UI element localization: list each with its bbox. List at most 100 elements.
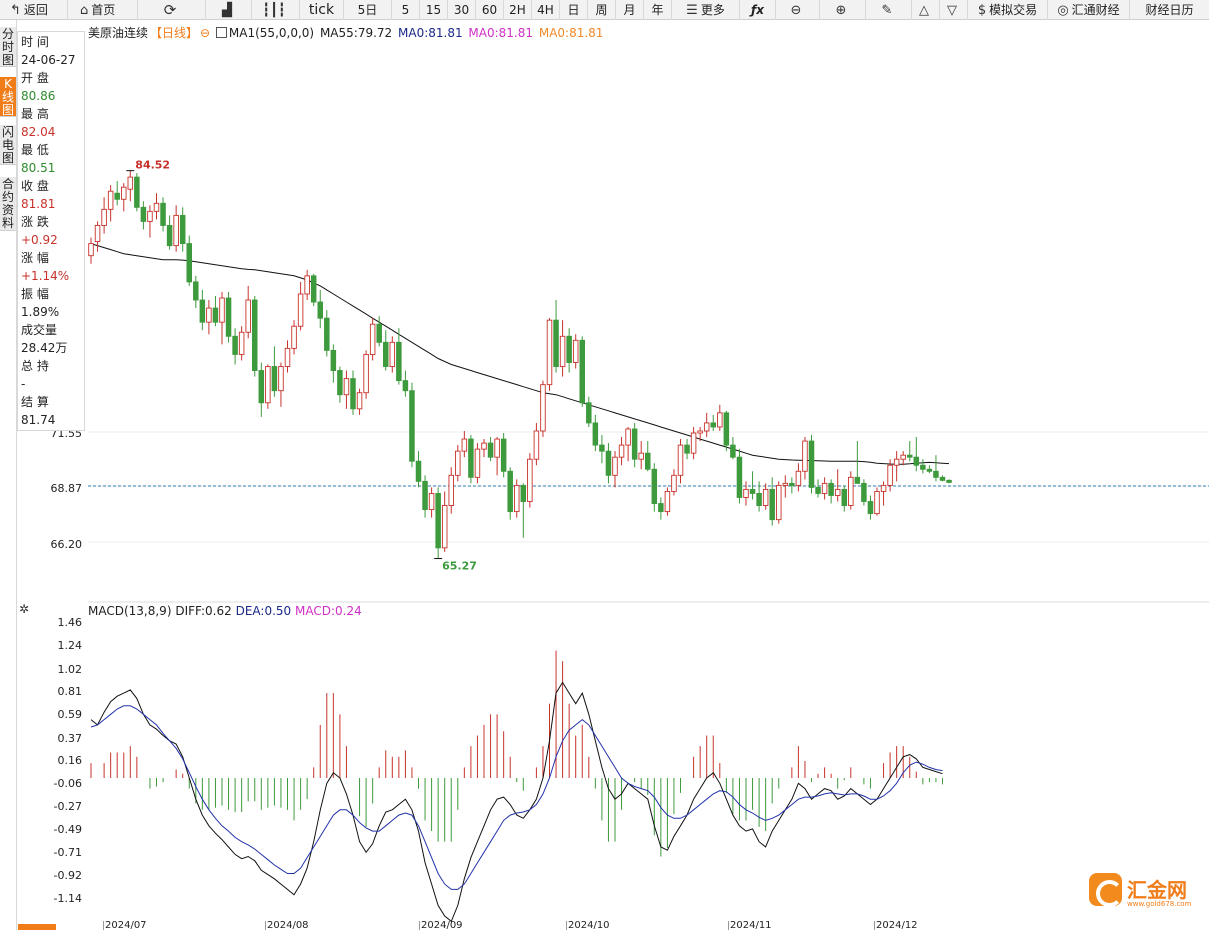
- date-tick-label: 2024/12: [876, 921, 918, 930]
- candle-body: [841, 488, 848, 506]
- candle-body: [828, 482, 834, 496]
- candle-body: [854, 476, 861, 484]
- logo-mark-icon: [1089, 873, 1123, 907]
- macd-y-tick-label: 0.59: [57, 708, 83, 722]
- candle-body: [887, 464, 893, 486]
- ma0-value: MA0:81.81: [398, 26, 463, 40]
- gold678-logo: 汇金网 www.gold678.com: [1089, 873, 1197, 909]
- macd-lines: [90, 681, 943, 923]
- low-value: 80.51: [21, 161, 56, 175]
- candle-body: [153, 202, 160, 212]
- candle-body: [533, 430, 540, 460]
- candle-body: [631, 428, 638, 460]
- candle-body: [206, 307, 212, 323]
- macd-y-tick-label: 0.16: [57, 754, 83, 767]
- candle-body: [527, 458, 533, 502]
- candle-body: [127, 176, 134, 190]
- open-value: 80.86: [21, 89, 56, 103]
- candle-body: [494, 438, 500, 458]
- low-label: 最 低: [21, 143, 49, 157]
- candle-body: [736, 456, 743, 498]
- candle-body: [396, 341, 402, 382]
- pct-label: 涨 幅: [21, 251, 49, 265]
- macd-y-tick-label: -0.92: [53, 868, 82, 882]
- ma55-value: MA55:79.72: [319, 26, 393, 40]
- macd-legend: MACD(13,8,9) DIFF:0.62 DEA:0.50 MACD:0.2…: [88, 604, 362, 618]
- last-price-label: 68.87: [50, 482, 83, 495]
- candle-body: [337, 370, 343, 396]
- candle-body: [645, 452, 651, 470]
- candle-body: [114, 192, 120, 200]
- macd-y-tick-label: -0.71: [53, 846, 82, 860]
- candle-body: [422, 480, 428, 511]
- time-label: 时 间: [21, 35, 49, 49]
- candle-body: [769, 488, 775, 521]
- time-value: 24-06-27: [21, 53, 76, 67]
- ma1-label: MA1(55,0,0,0): [228, 26, 315, 40]
- candle-body: [199, 299, 206, 323]
- candle-body: [546, 319, 553, 386]
- candle-body: [101, 208, 107, 226]
- candle-body: [566, 335, 572, 363]
- candle-body: [291, 325, 297, 349]
- close-value: 81.81: [21, 197, 56, 211]
- macd-y-tick-label: 1.02: [57, 662, 83, 676]
- candle-body: [284, 347, 291, 367]
- low-price-label: 65.27: [442, 560, 477, 573]
- chart-canvas[interactable]: 84.52 65.27: [0, 0, 1209, 930]
- candle-body: [605, 450, 612, 476]
- candle-body: [762, 488, 769, 506]
- candle-body: [179, 214, 186, 245]
- settings-icon[interactable]: ⊖: [200, 26, 210, 40]
- candle-body: [599, 444, 605, 452]
- candle-body: [265, 366, 271, 404]
- ma0-value: MA0:81.81: [538, 26, 604, 40]
- candle-body: [245, 299, 251, 333]
- candle-body: [782, 482, 789, 486]
- corner-badge: [18, 924, 56, 930]
- candle-body: [441, 505, 448, 549]
- diff-line: [90, 681, 943, 923]
- date-tick-label: 2024/09: [421, 921, 463, 930]
- candle-body: [415, 460, 422, 482]
- candle-body: [389, 341, 396, 367]
- candle-body: [356, 392, 363, 410]
- candle-body: [880, 484, 887, 492]
- candle-body: [435, 493, 441, 549]
- macd-y-tick-label: 1.46: [57, 616, 83, 629]
- candle-body: [278, 366, 284, 392]
- date-tick-label: 2024/08: [267, 921, 309, 930]
- candle-body: [874, 490, 880, 515]
- candle-body: [481, 442, 487, 450]
- settle-label: 结 算: [21, 395, 49, 409]
- quote-info-panel: 时 间 24-06-27 开 盘 80.86 最 高 82.04 最 低 80.…: [17, 31, 85, 431]
- candle-body: [946, 479, 952, 483]
- candle-body: [749, 488, 756, 494]
- candle-body: [186, 243, 192, 283]
- candle-body: [219, 297, 225, 323]
- candle-body: [920, 464, 926, 470]
- candle-body: [225, 297, 232, 337]
- candle-body: [212, 307, 219, 323]
- macd-y-tick-label: -0.49: [53, 823, 82, 836]
- candle-body: [428, 493, 435, 511]
- candle-body: [455, 450, 461, 476]
- y-tick-label: 66.20: [50, 538, 83, 551]
- dea-line: [90, 705, 943, 890]
- date-tick-mark: [265, 921, 266, 930]
- candle-body: [461, 438, 468, 452]
- candle-body: [238, 331, 245, 355]
- date-tick-mark: [103, 921, 104, 930]
- candle-body: [297, 293, 304, 327]
- candle-body: [160, 202, 166, 226]
- candle-body: [468, 438, 474, 478]
- candle-body: [383, 341, 389, 367]
- candle-body: [703, 422, 710, 432]
- candle-body: [789, 482, 795, 486]
- amplitude-value: 1.89%: [21, 305, 60, 319]
- candles: [88, 170, 952, 559]
- indicator-settings-icon[interactable]: ✲: [19, 602, 29, 616]
- macd-histogram: [90, 650, 943, 857]
- candle-body: [861, 482, 867, 502]
- candle-body: [939, 476, 946, 481]
